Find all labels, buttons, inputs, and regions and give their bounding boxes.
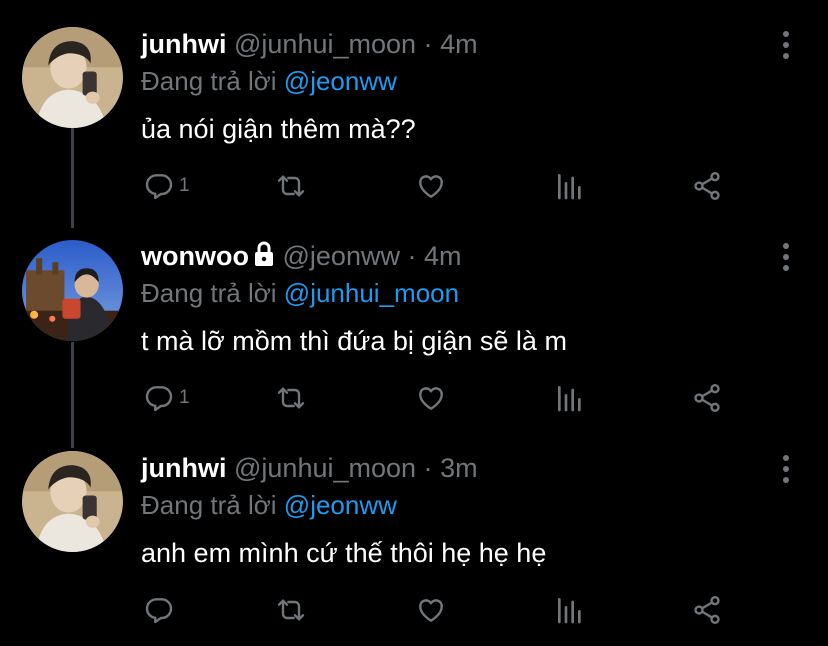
share-button[interactable]	[691, 378, 723, 418]
views-icon	[558, 386, 581, 412]
reply-button[interactable]: 1	[143, 166, 190, 206]
tweet[interactable]: junhwi @junhui_moon · 3m Đang trả lời @j…	[0, 424, 828, 646]
replying-to-label: Đang trả lời	[141, 66, 277, 96]
replying-to-label: Đang trả lời	[141, 490, 277, 520]
retweet-button[interactable]	[275, 166, 307, 206]
like-icon	[419, 599, 443, 622]
reply-count: 1	[179, 175, 190, 196]
tweet-header: junhwi @junhui_moon · 4m	[141, 29, 478, 60]
share-icon	[694, 172, 720, 200]
timestamp[interactable]: 4m	[424, 241, 462, 271]
share-icon	[694, 596, 720, 624]
replying-to-label: Đang trả lời	[141, 278, 277, 308]
reply-button[interactable]	[143, 590, 179, 630]
like-button[interactable]	[415, 378, 447, 418]
more-icon	[783, 455, 789, 483]
reply-icon	[145, 598, 173, 624]
tweet[interactable]: wonwoo @jeonww · 4m Đang trả lời @junhui…	[0, 212, 828, 424]
more-options-button[interactable]	[776, 452, 796, 486]
more-options-button[interactable]	[776, 240, 796, 274]
retweet-icon	[277, 599, 305, 621]
timestamp[interactable]: 3m	[440, 453, 478, 483]
views-button[interactable]	[554, 590, 586, 630]
separator-dot: ·	[423, 453, 433, 483]
more-options-button[interactable]	[776, 28, 796, 62]
timestamp[interactable]: 4m	[440, 29, 478, 59]
lock-icon	[254, 241, 273, 266]
display-name[interactable]: junhwi	[141, 29, 226, 59]
user-handle[interactable]: @junhui_moon	[234, 29, 416, 59]
reply-icon	[145, 174, 173, 200]
tweet-actions: 1	[141, 378, 741, 418]
avatar-image-junhwi	[22, 27, 123, 128]
reply-count: 1	[179, 387, 190, 408]
share-icon	[694, 384, 720, 412]
reply-mention-link[interactable]: @jeonww	[284, 490, 397, 520]
share-button[interactable]	[691, 590, 723, 630]
display-name[interactable]: junhwi	[141, 453, 226, 483]
reply-mention-link[interactable]: @junhui_moon	[284, 278, 459, 308]
retweet-icon	[277, 175, 305, 197]
retweet-button[interactable]	[275, 590, 307, 630]
share-button[interactable]	[691, 166, 723, 206]
tweet-text: anh em mình cứ thế thôi hẹ hẹ hẹ	[141, 538, 547, 568]
like-button[interactable]	[415, 590, 447, 630]
avatar-image-wonwoo	[22, 240, 123, 341]
replying-to: Đang trả lời @jeonww	[141, 490, 397, 521]
user-handle[interactable]: @jeonww	[283, 241, 400, 271]
like-button[interactable]	[415, 166, 447, 206]
views-button[interactable]	[554, 378, 586, 418]
views-button[interactable]	[554, 166, 586, 206]
tweet-text: t mà lỡ mồm thì đứa bị giận sẽ là m	[141, 326, 567, 356]
reply-button[interactable]: 1	[143, 378, 190, 418]
tweet-header: wonwoo @jeonww · 4m	[141, 241, 462, 272]
reply-icon	[145, 386, 173, 412]
retweet-icon	[277, 387, 305, 409]
user-handle[interactable]: @junhui_moon	[234, 453, 416, 483]
separator-dot: ·	[423, 29, 433, 59]
like-icon	[419, 387, 443, 410]
views-icon	[558, 174, 581, 200]
tweet-header: junhwi @junhui_moon · 3m	[141, 453, 478, 484]
avatar[interactable]	[22, 451, 123, 552]
tweet-actions: 1	[141, 166, 741, 206]
tweet-text: ủa nói giận thêm mà??	[141, 114, 416, 144]
more-icon	[783, 243, 789, 271]
avatar[interactable]	[22, 27, 123, 128]
tweet[interactable]: junhwi @junhui_moon · 4m Đang trả lời @j…	[0, 0, 828, 212]
avatar-image-junhwi	[22, 451, 123, 552]
separator-dot: ·	[407, 241, 417, 271]
reply-mention-link[interactable]: @jeonww	[284, 66, 397, 96]
replying-to: Đang trả lời @junhui_moon	[141, 278, 459, 309]
replying-to: Đang trả lời @jeonww	[141, 66, 397, 97]
retweet-button[interactable]	[275, 378, 307, 418]
more-icon	[783, 31, 789, 59]
avatar[interactable]	[22, 240, 123, 341]
tweet-actions	[141, 590, 741, 630]
like-icon	[419, 175, 443, 198]
views-icon	[558, 598, 581, 624]
display-name[interactable]: wonwoo	[141, 241, 249, 271]
